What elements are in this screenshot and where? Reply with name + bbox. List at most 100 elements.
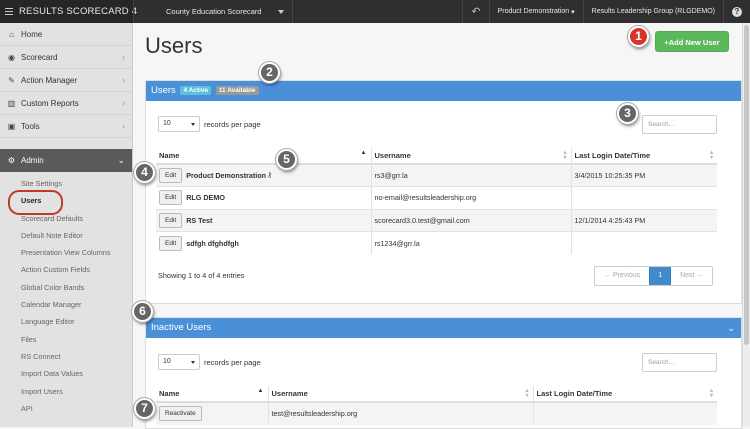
column-header-username[interactable]: Username ▴ ▾: [267, 386, 533, 403]
pagination: ← Previous 1 Next →: [594, 266, 714, 286]
table-row: Reactivate test@resultsleadership.org: [156, 401, 717, 425]
callout-marker-6: 6: [132, 301, 153, 322]
undo-icon[interactable]: ↶: [462, 0, 488, 23]
user-name: Product Demonstration: [186, 171, 267, 180]
demo-menu[interactable]: Product Demonstration ▾: [488, 0, 583, 23]
users-table: Name ▲ Username ▴ ▾ Last Login Date/Time ▴ ▾ …: [156, 148, 717, 254]
available-badge: 11 Available: [215, 86, 259, 95]
records-per-page-select[interactable]: 10: [158, 354, 200, 370]
briefcase-icon: ▣: [7, 122, 16, 131]
sidebar-item-tools[interactable]: ▣ Tools ›: [0, 115, 132, 138]
column-header-last-login[interactable]: Last Login Date/Time ▴ ▾: [532, 386, 717, 403]
sidebar-subitem[interactable]: Language Editor: [0, 313, 132, 330]
home-icon: ⌂: [9, 30, 14, 39]
callout-marker-4: 4: [134, 162, 155, 183]
table-row: Edit sdfgh dfghdfgh rs1234@grr.la: [156, 231, 717, 254]
search-input[interactable]: Search...: [642, 353, 717, 372]
sidebar-item-scorecard[interactable]: ◉ Scorecard ›: [0, 46, 132, 69]
chevron-right-icon: ›: [122, 75, 125, 85]
inactive-panel-header[interactable]: Inactive Users ⌄: [146, 318, 741, 338]
chevron-right-icon: ›: [122, 121, 125, 131]
edit-button[interactable]: Edit: [159, 212, 183, 228]
admin-subnav: Site Settings Users Scorecard Defaults D…: [0, 172, 132, 417]
page-title: Users: [145, 33, 203, 58]
chevron-right-icon: ›: [122, 52, 125, 62]
chart-icon: ▥: [7, 99, 16, 108]
page-scrollbar[interactable]: [742, 23, 750, 427]
sidebar-subitem[interactable]: Presentation View Columns: [0, 244, 132, 261]
callout-marker-1: 1: [628, 26, 649, 47]
sidebar: ⌂ Home ◉ Scorecard › ✎ Action Manager › ▥ Cust…: [0, 23, 133, 427]
column-header-name[interactable]: Name ▲: [156, 386, 268, 403]
table-row: Edit Product Demonstration⚷ rs3@grr.la 3/…: [156, 163, 717, 187]
user-name: RS Test: [186, 215, 213, 225]
user-username: rs1234@grr.la: [370, 231, 571, 254]
column-header-name[interactable]: Name ▲: [156, 148, 371, 165]
column-header-username[interactable]: Username ▴ ▾: [370, 148, 571, 165]
sidebar-subitem[interactable]: API: [0, 400, 132, 417]
table-row: Edit RLG DEMO no-email@resultsleadership.…: [156, 186, 717, 209]
key-icon: ⚷: [267, 172, 273, 180]
user-last-login: 12/1/2014 4:25:43 PM: [570, 208, 717, 232]
scorecard-select-label: County Education Scorecard: [166, 7, 262, 16]
sidebar-subitem[interactable]: Global Color Bands: [0, 279, 132, 296]
records-per-page-label: records per page: [204, 357, 261, 367]
inactive-users-table: Name ▲ Username ▴ ▾ Last Login Date/Time ▴ ▾ …: [156, 386, 717, 425]
user-username: rs3@grr.la: [370, 163, 571, 187]
user-name: RLG DEMO: [186, 193, 225, 203]
sort-icon: ▴ ▾: [709, 150, 713, 161]
search-input[interactable]: Search...: [642, 115, 717, 134]
inactive-users-panel: Inactive Users ⌄ 10 records per page Sea…: [145, 317, 742, 429]
sort-asc-icon: ▲: [360, 150, 367, 156]
sidebar-subitem[interactable]: RS Connect: [0, 348, 132, 365]
sidebar-subitem-users[interactable]: Users: [0, 190, 132, 216]
sidebar-subitem[interactable]: Files: [0, 331, 132, 348]
wrench-icon: ✎: [8, 76, 15, 85]
scorecard-icon: ◉: [8, 53, 15, 62]
chevron-down-icon: [278, 10, 284, 14]
sidebar-item-action-manager[interactable]: ✎ Action Manager ›: [0, 69, 132, 92]
scorecard-select[interactable]: County Education Scorecard: [133, 0, 293, 23]
sidebar-subitem[interactable]: Import Users: [0, 383, 132, 400]
chevron-down-icon[interactable]: ⌄: [727, 318, 735, 338]
sidebar-item-admin[interactable]: ⚙ Admin ⌄: [0, 149, 132, 172]
callout-marker-3: 3: [617, 103, 638, 124]
menu-icon[interactable]: [5, 8, 13, 15]
edit-button[interactable]: Edit: [159, 190, 183, 206]
sidebar-subitem[interactable]: Default Note Editor: [0, 227, 132, 244]
help-icon[interactable]: ?: [732, 6, 742, 17]
sidebar-subitem[interactable]: Action Custom Fields: [0, 261, 132, 278]
callout-marker-7: 7: [134, 398, 155, 419]
sidebar-item-home[interactable]: ⌂ Home: [0, 23, 132, 46]
previous-page-button[interactable]: ← Previous: [595, 267, 649, 285]
callout-marker-2: 2: [259, 62, 280, 83]
panel-title: Users: [151, 85, 176, 96]
app-brand[interactable]: RESULTS SCORECARD 4: [0, 0, 137, 23]
records-per-page: 10 records per page: [158, 354, 261, 370]
active-badge: 4 Active: [180, 86, 212, 95]
edit-button[interactable]: Edit: [159, 168, 183, 183]
user-last-login: [570, 231, 717, 254]
sidebar-subitem[interactable]: Calendar Manager: [0, 296, 132, 313]
user-username: scorecard3.0.test@gmail.com: [370, 208, 571, 232]
column-header-last-login[interactable]: Last Login Date/Time ▴ ▾: [570, 148, 717, 165]
user-last-login: 3/4/2015 10:25:35 PM: [570, 163, 717, 187]
app-title: RESULTS SCORECARD 4: [19, 6, 138, 17]
sidebar-subitem[interactable]: Import Data Values: [0, 365, 132, 382]
edit-button[interactable]: Edit: [159, 235, 183, 251]
gears-icon: ⚙: [7, 156, 16, 165]
page-1-button[interactable]: 1: [649, 267, 672, 285]
records-per-page: 10 records per page: [158, 116, 261, 132]
topbar-right: ↶ Product Demonstration ▾ Results Leader…: [462, 0, 750, 23]
records-per-page-select[interactable]: 10: [158, 116, 200, 132]
records-per-page-label: records per page: [204, 119, 261, 129]
scrollbar-thumb[interactable]: [744, 25, 749, 345]
next-page-button[interactable]: Next →: [671, 267, 712, 285]
user-name: sdfgh dfghdfgh: [186, 238, 239, 248]
sidebar-item-custom-reports[interactable]: ▥ Custom Reports ›: [0, 92, 132, 115]
org-menu[interactable]: Results Leadership Group (RLGDEMO): [582, 0, 723, 23]
chevron-right-icon: ›: [122, 98, 125, 108]
add-new-user-button[interactable]: +Add New User: [655, 31, 729, 52]
user-username: no-email@resultsleadership.org: [370, 186, 571, 209]
reactivate-button[interactable]: Reactivate: [159, 406, 202, 422]
